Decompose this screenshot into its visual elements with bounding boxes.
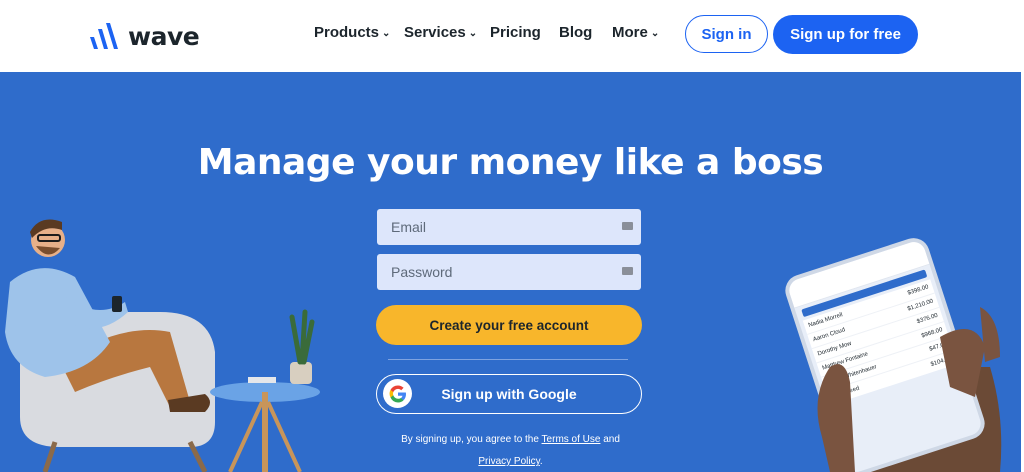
wave-logo[interactable]: wave — [88, 20, 200, 52]
sign-in-button[interactable]: Sign in — [685, 15, 768, 53]
terms-of-use-link[interactable]: Terms of Use — [542, 434, 601, 445]
password-placeholder: Password — [391, 264, 453, 280]
nav-products[interactable]: Products ⌄ — [314, 24, 390, 41]
google-signup-label: Sign up with Google — [441, 386, 577, 402]
chevron-down-icon: ⌄ — [468, 28, 478, 39]
create-account-button[interactable]: Create your free account — [376, 305, 642, 345]
nav-pricing-label: Pricing — [490, 24, 541, 41]
email-placeholder: Email — [391, 219, 427, 235]
wave-logo-icon — [90, 23, 118, 49]
nav-products-label: Products — [314, 24, 380, 41]
password-field[interactable]: Password — [377, 254, 641, 290]
nav-blog[interactable]: Blog — [559, 24, 592, 41]
nav-more[interactable]: More ⌄ — [612, 24, 659, 41]
thumb-shape — [817, 329, 985, 472]
nav-blog-label: Blog — [559, 24, 593, 41]
wave-logo-text: wave — [128, 21, 200, 51]
phone-illustration: Nadia Morrell $398.00 Aaron Cloud $1,210.0… — [781, 233, 1021, 472]
privacy-policy-link[interactable]: Privacy Policy — [478, 456, 540, 467]
nav-services-label: Services — [404, 24, 466, 41]
google-g-icon — [383, 379, 412, 408]
email-field[interactable]: Email — [377, 209, 641, 245]
man-in-chair-illustration — [5, 219, 320, 472]
legal-and: and — [603, 434, 620, 445]
nav-pricing[interactable]: Pricing — [490, 24, 541, 41]
legal-prefix: By signing up, you agree to the — [401, 434, 539, 445]
form-divider — [388, 359, 628, 360]
nav-more-label: More — [612, 24, 648, 41]
legal-suffix: . — [539, 456, 543, 467]
nav-services[interactable]: Services ⌄ — [404, 24, 477, 41]
hero-section: Manage your money like a boss Email Pass… — [0, 72, 1021, 472]
chevron-down-icon: ⌄ — [382, 28, 391, 39]
chevron-down-icon: ⌄ — [650, 28, 660, 39]
autofill-key-icon[interactable] — [622, 222, 633, 230]
top-nav: wave Products ⌄ Services ⌄ Pricing Blog … — [0, 0, 1024, 72]
google-signup-button[interactable]: Sign up with Google — [376, 374, 642, 414]
sign-up-free-button[interactable]: Sign up for free — [773, 15, 918, 54]
hero-headline: Manage your money like a boss — [197, 142, 824, 183]
autofill-key-icon[interactable] — [622, 267, 633, 275]
